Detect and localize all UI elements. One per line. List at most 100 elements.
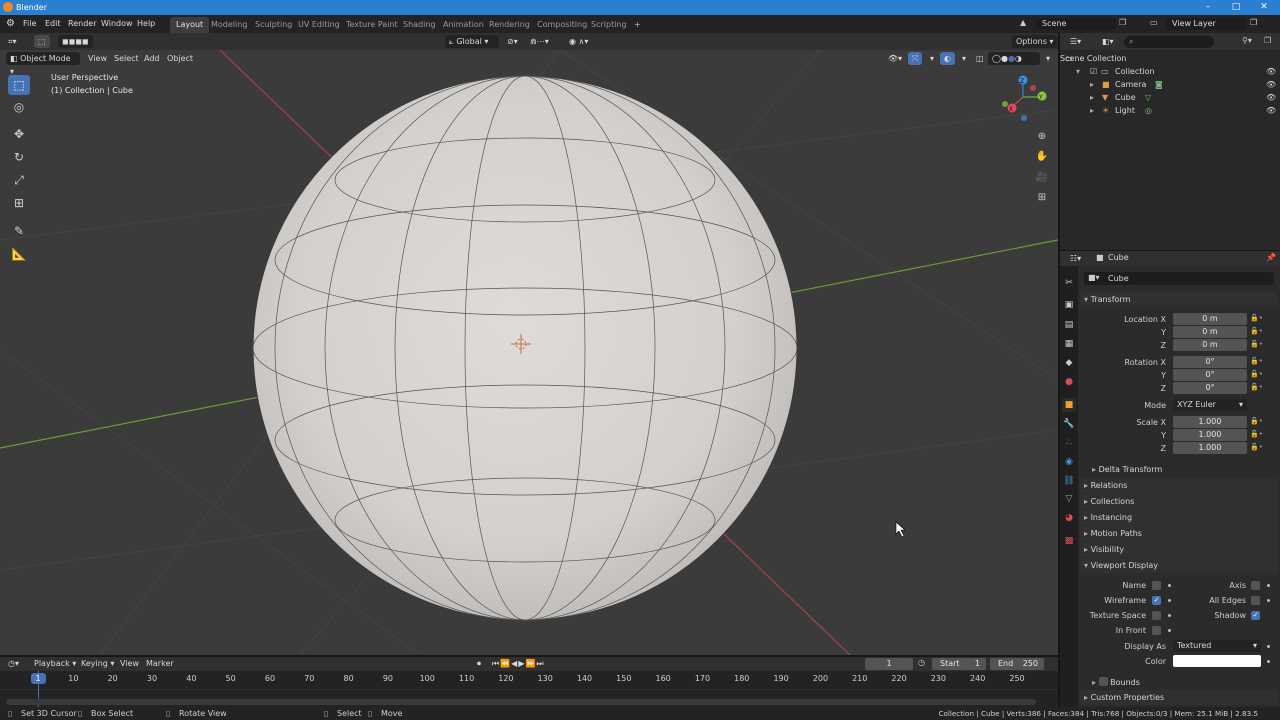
tab-animation[interactable]: Animation: [437, 17, 490, 33]
object-mode-dropdown[interactable]: ◧ Object Mode ▾: [6, 52, 80, 76]
tab-rendering[interactable]: Rendering: [483, 17, 536, 33]
rotation-x-field[interactable]: 0°: [1173, 356, 1247, 368]
timeline-editor-icon[interactable]: ◷▾: [4, 657, 23, 670]
render-tab-icon[interactable]: ▣: [1062, 298, 1076, 312]
custom-properties-panel[interactable]: ▸ Custom Properties: [1080, 690, 1278, 705]
shadow-checkbox[interactable]: ✓: [1251, 611, 1260, 620]
keyframe-dot-icon[interactable]: [1168, 614, 1171, 617]
menu-object[interactable]: Object: [163, 52, 197, 65]
display-mode-icon[interactable]: ◧▾: [1098, 35, 1118, 48]
expand-arrow-icon[interactable]: ▸: [1090, 104, 1094, 117]
new-scene-icon[interactable]: ❐: [1119, 18, 1126, 27]
rotation-y-field[interactable]: 0°: [1173, 369, 1247, 381]
outliner-scene-collection[interactable]: ▭ Scene Collection: [1060, 52, 1280, 65]
keyframe-dot-icon[interactable]: [1168, 584, 1171, 587]
outliner-item-camera[interactable]: ▸ ■ Camera ◙ 👁: [1060, 78, 1280, 91]
keyframe-dot-icon[interactable]: [1267, 599, 1270, 602]
menu-playback[interactable]: Playback ▾: [30, 657, 80, 670]
shading-modes[interactable]: ◯●●◑: [988, 52, 1040, 65]
tab-compositing[interactable]: Compositing: [531, 17, 593, 33]
visibility-eye-icon[interactable]: 👁: [1266, 104, 1276, 117]
lock-icon[interactable]: 🔓•: [1250, 417, 1263, 425]
lock-icon[interactable]: 🔓•: [1250, 314, 1263, 322]
outliner-editor-icon[interactable]: ☰▾: [1066, 35, 1085, 48]
delta-transform-subpanel[interactable]: ▸ Delta Transform: [1092, 465, 1162, 474]
name-checkbox[interactable]: [1152, 581, 1161, 590]
menu-select[interactable]: Select: [110, 52, 143, 65]
keyframe-dot-icon[interactable]: [1267, 660, 1270, 663]
expand-arrow-icon[interactable]: ▾: [1076, 65, 1080, 78]
minimize-button[interactable]: –: [1194, 0, 1222, 15]
keyframe-dot-icon[interactable]: [1168, 599, 1171, 602]
menu-edit[interactable]: Edit: [41, 18, 65, 30]
gizmo-dropdown-icon[interactable]: ▾: [926, 52, 938, 65]
particles-tab-icon[interactable]: ∴: [1062, 436, 1076, 450]
lock-icon[interactable]: 🔓•: [1250, 443, 1263, 451]
lock-icon[interactable]: 🔓•: [1250, 383, 1263, 391]
outliner-collection[interactable]: ▾ ☑ ▭ Collection 👁: [1060, 65, 1280, 78]
physics-tab-icon[interactable]: ◉: [1062, 455, 1076, 469]
bounds-subpanel[interactable]: ▸ Bounds: [1092, 677, 1140, 687]
cursor-tool[interactable]: ◎: [8, 97, 30, 117]
gizmo-toggle-icon[interactable]: ⤧: [908, 52, 923, 65]
world-tab-icon[interactable]: ●: [1062, 375, 1076, 389]
output-tab-icon[interactable]: ▤: [1062, 318, 1076, 332]
viewport-display-panel[interactable]: ▾ Viewport Display: [1080, 558, 1278, 573]
scale-y-field[interactable]: 1.000: [1173, 429, 1247, 441]
maximize-button[interactable]: □: [1222, 0, 1250, 15]
scene-field[interactable]: Scene: [1036, 18, 1116, 30]
modifier-tab-icon[interactable]: 🔧: [1062, 417, 1076, 431]
select-box-tool[interactable]: ⬚: [8, 75, 30, 95]
in-front-checkbox[interactable]: [1152, 626, 1161, 635]
tab-sculpting[interactable]: Sculpting: [249, 17, 298, 33]
move-tool[interactable]: ✥: [8, 124, 30, 144]
pin-icon[interactable]: 📌: [1266, 253, 1276, 262]
outliner-item-light[interactable]: ▸ ☀ Light ◎ 👁: [1060, 104, 1280, 117]
wireframe-checkbox[interactable]: ✓: [1152, 596, 1161, 605]
view-layer-tab-icon[interactable]: ▦: [1062, 337, 1076, 351]
add-workspace-button[interactable]: +: [628, 17, 647, 33]
new-collection-icon[interactable]: ❐: [1264, 36, 1271, 45]
sphere-mesh[interactable]: [252, 75, 798, 621]
location-z-field[interactable]: 0 m: [1173, 339, 1247, 351]
annotate-tool[interactable]: ✎: [8, 221, 30, 241]
transform-panel-header[interactable]: ▾ Transform: [1080, 292, 1278, 307]
tab-uv-editing[interactable]: UV Editing: [292, 17, 346, 33]
menu-help[interactable]: Help: [133, 18, 159, 30]
scale-z-field[interactable]: 1.000: [1173, 442, 1247, 454]
select-tool-icon[interactable]: ⬚: [34, 35, 50, 48]
menu-add[interactable]: Add: [140, 52, 164, 65]
overlay-toggle-icon[interactable]: ◐: [940, 52, 955, 65]
collections-panel[interactable]: ▸ Collections: [1080, 494, 1278, 509]
expand-arrow-icon[interactable]: ▸: [1090, 91, 1094, 104]
menu-marker[interactable]: Marker: [142, 657, 178, 670]
menu-render[interactable]: Render: [64, 18, 100, 30]
xray-icon[interactable]: ◫: [972, 52, 988, 65]
measure-tool[interactable]: 📐: [8, 244, 30, 264]
playback-controls-icons[interactable]: ⏮⏪◀▶⏩⏭: [488, 657, 549, 670]
keyframe-dot-icon[interactable]: [1168, 629, 1171, 632]
lock-icon[interactable]: 🔓•: [1250, 340, 1263, 348]
location-y-field[interactable]: 0 m: [1173, 326, 1247, 338]
selection-mode-icons[interactable]: ◼◼◼◼: [58, 35, 93, 48]
object-name-field[interactable]: ■▾ Cube: [1084, 272, 1274, 285]
transform-orientation-dropdown[interactable]: ⟀ Global ▾: [445, 35, 499, 48]
transform-tool[interactable]: ⊞: [8, 193, 30, 213]
lock-icon[interactable]: 🔓•: [1250, 357, 1263, 365]
menu-file[interactable]: File: [19, 18, 40, 30]
color-swatch[interactable]: [1173, 655, 1261, 667]
texture-tab-icon[interactable]: ▩: [1062, 534, 1076, 548]
overlay-dropdown-icon[interactable]: ▾: [958, 52, 970, 65]
camera-view-icon[interactable]: 🎥: [1033, 169, 1051, 187]
new-view-layer-icon[interactable]: ❐: [1250, 18, 1257, 27]
zoom-icon[interactable]: ⊕: [1033, 128, 1051, 146]
all-edges-checkbox[interactable]: [1251, 596, 1260, 605]
snap-icon[interactable]: ⋒⋯▾: [526, 35, 553, 48]
checkbox-icon[interactable]: ☑: [1090, 65, 1097, 78]
preview-range-icon[interactable]: ◷: [918, 658, 925, 667]
instancing-panel[interactable]: ▸ Instancing: [1080, 510, 1278, 525]
tab-modeling[interactable]: Modeling: [205, 17, 253, 33]
outliner-item-cube[interactable]: ▸ ▼ Cube ▽ 👁: [1060, 91, 1280, 104]
bounds-checkbox[interactable]: [1098, 677, 1108, 686]
menu-window[interactable]: Window: [97, 18, 137, 30]
